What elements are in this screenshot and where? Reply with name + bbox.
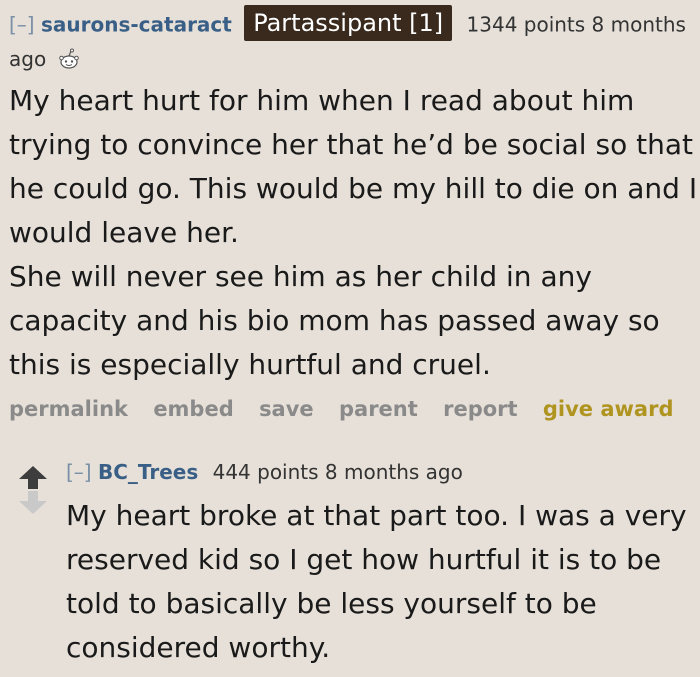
report-button[interactable]: report xyxy=(443,397,517,421)
upvote-icon[interactable] xyxy=(16,464,50,490)
parent-button[interactable]: parent xyxy=(339,397,418,421)
author-link[interactable]: BC_Trees xyxy=(98,460,198,484)
snoo-award-icon xyxy=(57,47,81,71)
comment-paragraph: My heart hurt for him when I read about … xyxy=(9,84,698,249)
reply-tagline: [–] BC_Trees 444 points 8 months ago xyxy=(66,456,696,488)
save-button[interactable]: save xyxy=(259,397,314,421)
user-flair: Partassipant [1] xyxy=(244,5,453,41)
reply-body: My heart broke at that part too. I was a… xyxy=(66,499,687,664)
permalink-button[interactable]: permalink xyxy=(9,397,128,421)
vote-arrows xyxy=(16,464,50,516)
comment-actions: permalink embed save parent report give … xyxy=(9,397,699,421)
comment-tagline: [–] saurons-cataract Partassipant [1] 13… xyxy=(9,5,699,74)
author-link[interactable]: saurons-cataract xyxy=(41,13,232,37)
comment-paragraph: She will never see him as her child in a… xyxy=(9,260,660,381)
comment-body: My heart hurt for him when I read about … xyxy=(9,79,699,387)
collapse-toggle[interactable]: [–] xyxy=(9,13,35,37)
downvote-icon[interactable] xyxy=(16,490,50,516)
comment: [–] saurons-cataract Partassipant [1] 13… xyxy=(9,5,699,421)
reply-content: [–] BC_Trees 444 points 8 months ago My … xyxy=(66,456,696,670)
collapse-toggle[interactable]: [–] xyxy=(66,460,92,484)
give-award-button[interactable]: give award xyxy=(543,397,674,421)
embed-button[interactable]: embed xyxy=(153,397,233,421)
score-time: 444 points 8 months ago xyxy=(212,460,463,484)
